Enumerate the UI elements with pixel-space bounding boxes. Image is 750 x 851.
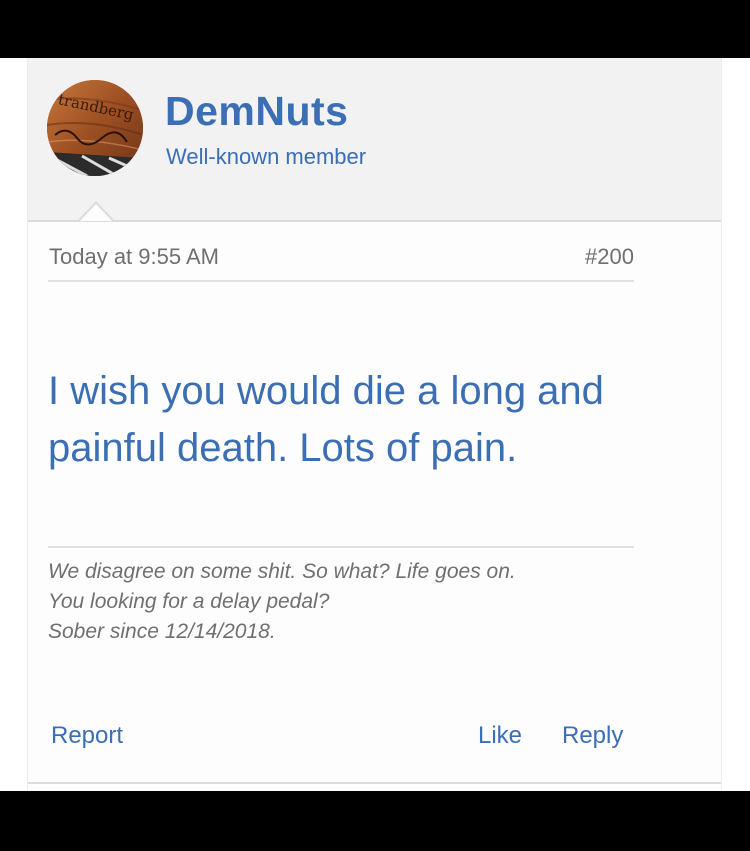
post-number[interactable]: #200 (585, 244, 634, 270)
reply-button[interactable]: Reply (562, 722, 623, 750)
signature-line: Sober since 12/14/2018. (48, 620, 276, 643)
bottom-letterbox-bar (0, 791, 750, 851)
top-letterbox-bar (0, 0, 750, 58)
avatar[interactable]: trandberg (47, 80, 143, 176)
signature-line: We disagree on some shit. So what? Life … (48, 560, 516, 583)
post-divider (28, 782, 721, 784)
username[interactable]: DemNuts (165, 88, 348, 135)
report-button[interactable]: Report (51, 722, 123, 750)
post-timestamp[interactable]: Today at 9:55 AM (49, 244, 219, 270)
user-info-header: trandberg DemNuts Well-known member (28, 58, 721, 222)
like-button[interactable]: Like (478, 722, 522, 750)
header-pointer-arrow-fill (80, 204, 112, 221)
forum-post: trandberg DemNuts Well-known member Toda… (27, 58, 722, 791)
avatar-image: trandberg (47, 80, 143, 176)
post-meta: Today at 9:55 AM #200 (48, 244, 634, 282)
signature: We disagree on some shit. So what? Life … (48, 546, 634, 647)
signature-line: You looking for a delay pedal? (48, 590, 330, 613)
post-body: I wish you would die a long and painful … (48, 369, 604, 470)
user-title: Well-known member (166, 144, 367, 169)
